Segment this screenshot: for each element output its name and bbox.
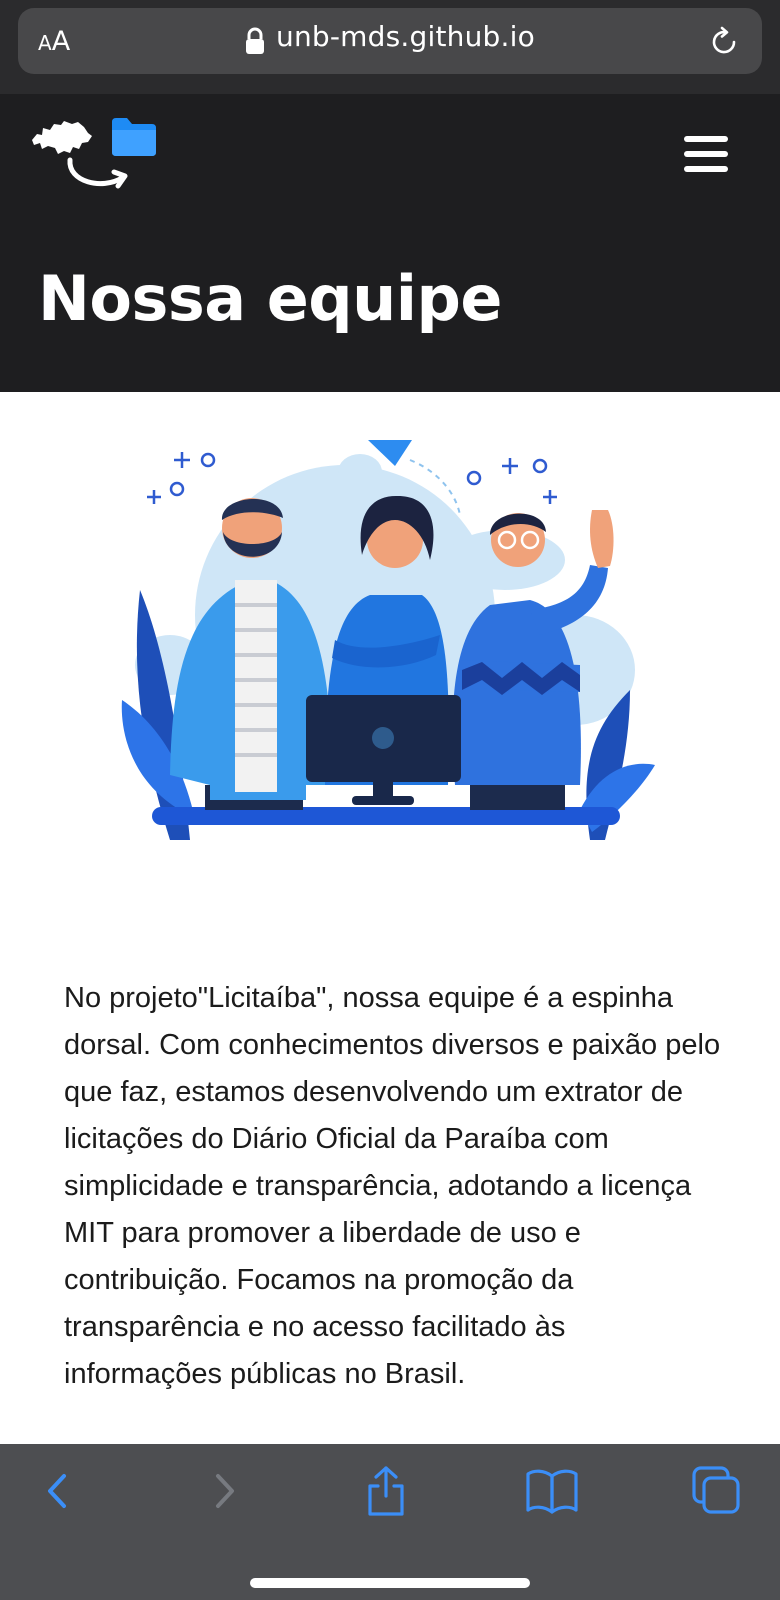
page-title: Nossa equipe [38,262,502,335]
url-text[interactable]: unb-mds.github.io [276,20,535,53]
reload-icon[interactable] [708,26,740,58]
team-illustration [121,440,655,840]
share-icon[interactable] [358,1464,414,1518]
chevron-left-icon[interactable] [30,1464,86,1518]
text-size-large-label: A [51,26,71,57]
tabs-icon[interactable] [690,1464,746,1518]
paraiba-map-shape [32,121,92,154]
site-header: Nossa equipe [0,94,780,392]
book-icon[interactable] [524,1464,580,1518]
home-indicator [250,1578,530,1588]
text-size-small-label: A [38,31,52,55]
text-size-button[interactable]: AA [38,26,70,57]
browser-top-bar: AA unb-mds.github.io [0,0,780,94]
address-bar[interactable]: AA unb-mds.github.io [18,8,762,74]
browser-bottom-toolbar [0,1444,780,1600]
team-description: No projeto"Licitaíba", nossa equipe é a … [64,982,721,1390]
lock-icon [246,27,264,54]
hamburger-menu-icon[interactable] [684,136,728,172]
site-logo[interactable] [28,116,164,196]
chevron-right-icon[interactable] [196,1464,252,1518]
